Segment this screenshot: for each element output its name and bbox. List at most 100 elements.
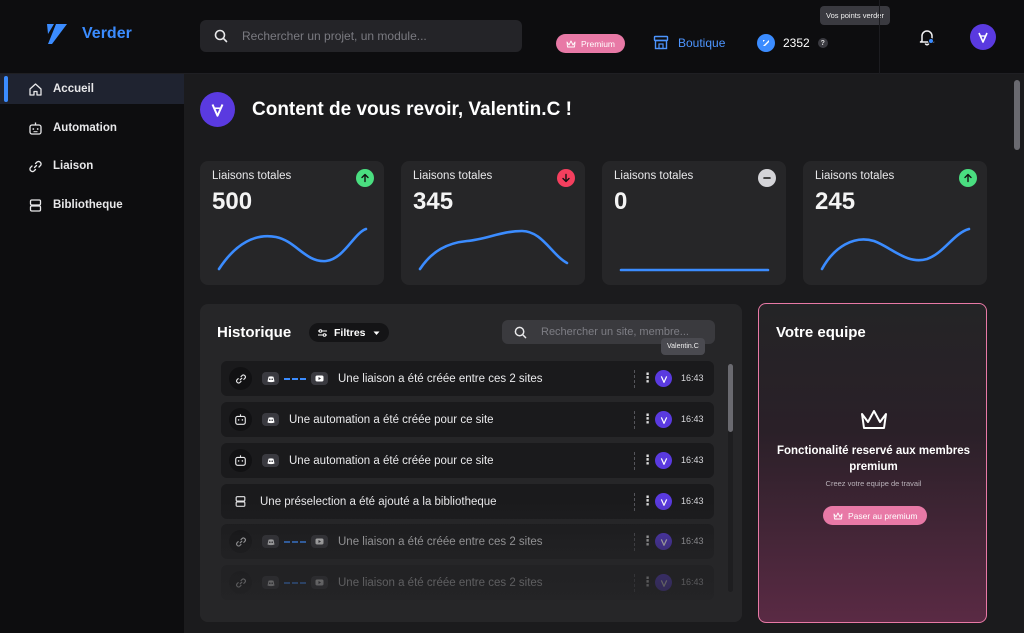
sliders-icon [318, 328, 327, 337]
sidebar-item-bibliotheque[interactable]: Bibliotheque [0, 190, 184, 220]
more-options-icon[interactable]: ⋮ [641, 574, 654, 590]
sidebar-item-accueil[interactable]: Accueil [0, 74, 184, 104]
connection-line [284, 377, 306, 380]
global-search[interactable] [200, 20, 522, 52]
row-separator [634, 411, 635, 429]
premium-label: Premium [581, 38, 616, 49]
discord-icon [262, 535, 279, 548]
notification-dot [928, 38, 934, 44]
history-row[interactable]: Une liaison a été créée entre ces 2 site… [221, 524, 714, 559]
upgrade-premium-label: Paser au premium [848, 510, 918, 521]
trend-down-icon [557, 169, 575, 187]
sidebar-item-automation[interactable]: Automation [0, 113, 184, 143]
user-tooltip: Valentin.C [661, 338, 705, 355]
user-avatar[interactable] [970, 24, 996, 50]
link-icon [29, 160, 42, 172]
team-subtitle: Creez votre equipe de travail [825, 479, 922, 488]
more-options-icon[interactable]: ⋮ [641, 533, 654, 549]
team-feature-text: Fonctionalité reservé aux membres premiu… [776, 445, 971, 473]
youtube-icon [311, 372, 328, 385]
points-icon [757, 34, 775, 52]
robot-icon [29, 122, 42, 135]
row-user-avatar[interactable] [655, 533, 672, 550]
bell-icon[interactable] [918, 28, 936, 46]
robot-icon [229, 408, 252, 431]
connection-line [284, 540, 306, 543]
store-icon [653, 35, 669, 50]
top-bar: Verder Premium Boutique 2352 ? Vos point… [0, 0, 1024, 74]
card-sparkline [217, 227, 368, 271]
history-row-time: 16:43 [681, 496, 704, 506]
more-options-icon[interactable]: ⋮ [641, 493, 654, 509]
points-counter[interactable]: 2352 ? [757, 34, 828, 52]
card-value: 0 [614, 188, 628, 215]
boutique-label: Boutique [678, 35, 726, 50]
history-row-time: 16:43 [681, 455, 704, 465]
row-separator [634, 533, 635, 551]
sidebar-item-label: Liaison [53, 160, 94, 172]
app-logo[interactable]: Verder [44, 22, 132, 46]
stat-card: Liaisons totales 500 [200, 161, 384, 285]
upgrade-premium-button[interactable]: Paser au premium [823, 506, 928, 525]
home-icon [29, 82, 42, 96]
link-icon [229, 367, 252, 390]
welcome-avatar [200, 92, 235, 127]
row-user-avatar[interactable] [655, 370, 672, 387]
row-user-avatar[interactable] [655, 493, 672, 510]
card-value: 500 [212, 188, 253, 215]
history-row[interactable]: Une liaison a été créée entre ces 2 site… [221, 361, 714, 396]
history-row-text: Une préselection a été ajouté a la bibli… [260, 495, 497, 508]
more-options-icon[interactable]: ⋮ [641, 411, 654, 427]
search-icon [214, 29, 228, 43]
row-separator [634, 493, 635, 511]
history-row-time: 16:43 [681, 577, 704, 587]
history-row-time: 16:43 [681, 414, 704, 424]
main-scrollbar[interactable] [1014, 80, 1020, 150]
row-user-avatar[interactable] [655, 452, 672, 469]
more-options-icon[interactable]: ⋮ [641, 370, 654, 386]
sidebar-item-liaison[interactable]: Liaison [0, 151, 184, 181]
sidebar-item-label: Bibliotheque [53, 199, 123, 211]
sidebar-item-label: Accueil [53, 83, 94, 95]
card-sparkline [418, 229, 569, 271]
card-value: 245 [815, 188, 856, 215]
history-search-input[interactable] [541, 326, 711, 338]
premium-badge-button[interactable]: Premium [556, 34, 626, 53]
history-row[interactable]: Une préselection a été ajouté a la bibli… [221, 484, 714, 519]
filter-button[interactable]: Filtres [309, 323, 389, 342]
welcome-title: Content de vous revoir, Valentin.C ! [252, 99, 572, 120]
row-user-avatar[interactable] [655, 574, 672, 591]
history-row[interactable]: Une automation a été créée pour ce site ⋮… [221, 402, 714, 437]
filter-label: Filtres [334, 326, 366, 339]
more-options-icon[interactable]: ⋮ [641, 452, 654, 468]
history-row[interactable]: Une liaison a été créée entre ces 2 site… [221, 565, 714, 600]
trend-up-icon [356, 169, 374, 187]
app-name: Verder [82, 25, 132, 42]
sidebar-item-label: Automation [53, 122, 117, 134]
card-sparkline [820, 227, 971, 271]
points-help-icon[interactable]: ? [817, 38, 828, 48]
stat-card: Liaisons totales 245 [803, 161, 987, 285]
link-icon [229, 571, 252, 594]
row-user-avatar[interactable] [655, 411, 672, 428]
search-icon [514, 326, 527, 338]
crown-icon [566, 40, 576, 47]
card-label: Liaisons totales [614, 170, 694, 182]
row-separator [634, 452, 635, 470]
discord-icon [262, 372, 279, 385]
boutique-link[interactable]: Boutique [653, 35, 725, 50]
global-search-input[interactable] [242, 29, 502, 43]
caret-down-icon [373, 331, 380, 335]
history-row[interactable]: Une automation a été créée pour ce site ⋮… [221, 443, 714, 478]
history-row-text: Une automation a été créée pour ce site [289, 413, 494, 426]
history-row-text: Une liaison a été créée entre ces 2 site… [338, 576, 543, 589]
history-title: Historique [217, 324, 292, 341]
avatar-logo-icon [211, 104, 224, 117]
youtube-icon [311, 535, 328, 548]
history-row-text: Une liaison a été créée entre ces 2 site… [338, 372, 543, 385]
avatar-logo-icon [978, 32, 988, 43]
stack-icon [29, 198, 42, 212]
crown-icon [833, 512, 843, 519]
history-scroll-thumb[interactable] [728, 364, 733, 432]
card-value: 345 [413, 188, 454, 215]
